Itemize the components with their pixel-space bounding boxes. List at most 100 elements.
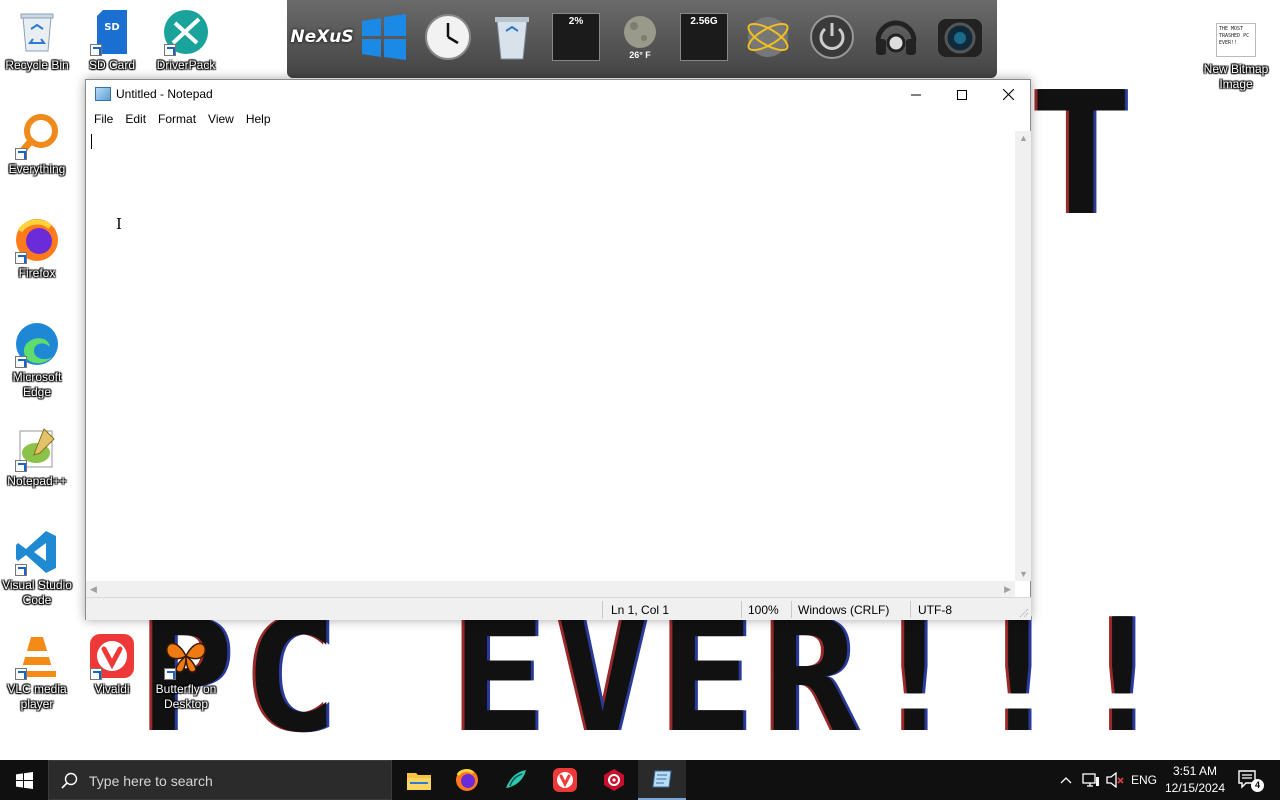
dock-camera[interactable] (931, 8, 989, 66)
status-separator (910, 601, 911, 618)
desktop-icon-label: Firefox (18, 266, 56, 280)
desktop-icon-label: Vivaldi (94, 682, 130, 696)
tray-network[interactable] (1080, 760, 1102, 800)
desktop-icon-microsoft-edge[interactable]: Microsoft Edge (0, 320, 75, 400)
desktop-icon-butterfly[interactable]: Butterfly on Desktop (148, 632, 224, 712)
dock-windows-start[interactable] (355, 8, 413, 66)
firefox-icon (13, 216, 61, 264)
status-separator (741, 601, 742, 618)
action-center-button[interactable]: 4 (1232, 760, 1266, 800)
scroll-up-arrow-icon[interactable]: ▲ (1019, 133, 1028, 143)
shortcut-arrow-icon (15, 460, 27, 472)
input-language[interactable]: ENG (1128, 760, 1160, 800)
menu-file[interactable]: File (88, 109, 119, 131)
menu-edit[interactable]: Edit (119, 109, 152, 131)
shortcut-arrow-icon (15, 252, 27, 264)
notepad-plus-plus-icon (13, 424, 61, 472)
desktop-icon-everything[interactable]: Everything (0, 112, 75, 177)
zoom-level: 100% (748, 603, 779, 617)
window-title: Untitled - Notepad (116, 87, 213, 101)
taskbar-notepad[interactable] (638, 760, 686, 800)
butterfly-icon (162, 632, 210, 680)
desktop-icon-new-bitmap-image[interactable]: THE MOST TRASHED PC EVER!! New Bitmap Im… (1198, 20, 1274, 92)
dock-network[interactable] (739, 8, 797, 66)
dock-cpu-meter[interactable]: 2% (547, 8, 605, 66)
scroll-left-arrow-icon[interactable]: ◀ (90, 584, 97, 595)
taskbar: Type here to search ENG 3:51 AM 12/15/20… (0, 760, 1280, 800)
desktop-icon-vivaldi[interactable]: Vivaldi (74, 632, 150, 697)
menu-view[interactable]: View (202, 109, 240, 131)
desktop-icon-notepad-plus-plus[interactable]: Notepad++ (0, 424, 75, 489)
status-separator (791, 601, 792, 618)
dock-media-player[interactable] (867, 8, 925, 66)
bird-app-icon (506, 770, 526, 788)
taskbar-red-app[interactable] (590, 760, 638, 800)
desktop-icon-firefox[interactable]: Firefox (0, 216, 75, 281)
desktop-icon-label: Butterfly on Desktop (155, 682, 217, 711)
desktop-icon-sd-card[interactable]: SD SD Card (74, 8, 150, 73)
shortcut-arrow-icon (15, 148, 27, 160)
taskbar-butterfly-app[interactable] (492, 760, 540, 800)
dock-weather[interactable]: 26° F (611, 8, 669, 66)
desktop-icon-label: Notepad++ (7, 474, 67, 488)
desktop-icon-vscode[interactable]: Visual Studio Code (0, 528, 75, 608)
vertical-scrollbar[interactable]: ▲ ▼ (1015, 131, 1031, 581)
bitmap-thumbnail-text: THE MOST TRASHED PC EVER!! (1216, 23, 1256, 57)
notepad-app-icon[interactable] (95, 87, 111, 101)
encoding: UTF-8 (918, 603, 952, 617)
edge-icon (13, 320, 61, 368)
scroll-down-arrow-icon[interactable]: ▼ (1019, 569, 1028, 579)
globe-icon (747, 17, 789, 57)
search-placeholder: Type here to search (89, 773, 213, 789)
minimize-button[interactable] (893, 80, 939, 109)
cursor-position: Ln 1, Col 1 (611, 603, 670, 617)
start-button[interactable] (0, 760, 48, 800)
tray-volume[interactable] (1104, 760, 1126, 800)
speaker-muted-icon (1106, 772, 1124, 788)
maximize-button[interactable] (939, 80, 985, 109)
desktop-icon-vlc[interactable]: VLC media player (0, 632, 75, 712)
weather-temperature: 26° F (629, 50, 651, 60)
scroll-right-arrow-icon[interactable]: ▶ (1004, 584, 1011, 595)
dock-nexus-logo[interactable]: NeXuS (290, 8, 354, 66)
clock-time: 3:51 AM (1172, 764, 1218, 778)
close-button[interactable] (985, 80, 1031, 109)
resize-grip-icon[interactable] (1019, 608, 1029, 618)
recycle-bin-icon (13, 8, 61, 56)
taskbar-vivaldi[interactable] (541, 760, 589, 800)
menu-format[interactable]: Format (152, 109, 202, 131)
taskbar-firefox[interactable] (443, 760, 491, 800)
nexus-logo-text: NeXuS (290, 27, 354, 47)
everything-search-icon (13, 112, 61, 160)
maximize-icon (957, 89, 967, 100)
ibeam-cursor-icon: I (116, 215, 122, 233)
menu-help[interactable]: Help (240, 109, 277, 131)
line-ending: Windows (CRLF) (798, 603, 890, 617)
desktop-icon-label: New Bitmap Image (1203, 62, 1269, 91)
text-editor-area[interactable] (86, 131, 1015, 581)
driverpack-icon (162, 8, 210, 56)
desktop-icon-driverpack[interactable]: DriverPack (148, 8, 224, 73)
taskbar-clock[interactable]: 3:51 AM 12/15/2024 (1160, 763, 1230, 797)
dock-recycle-bin[interactable] (483, 8, 541, 66)
headphones-icon (875, 20, 917, 55)
shortcut-arrow-icon (164, 668, 176, 680)
horizontal-scrollbar[interactable]: ◀ ▶ (86, 581, 1015, 597)
vivaldi-icon (553, 768, 577, 792)
desktop-icon-recycle-bin[interactable]: Recycle Bin (0, 8, 75, 73)
desktop-icon-label: VLC media player (7, 682, 67, 711)
show-hidden-icons-button[interactable] (1056, 760, 1076, 800)
vivaldi-icon (88, 632, 136, 680)
desktop-icon-label: DriverPack (156, 58, 216, 72)
desktop-icon-label: Everything (8, 162, 66, 176)
taskbar-search-box[interactable]: Type here to search (48, 760, 392, 800)
dock-memory-meter[interactable]: 2.56G (675, 8, 733, 66)
close-icon (1002, 89, 1014, 100)
dock-power[interactable] (803, 8, 861, 66)
dock-clock[interactable] (419, 8, 477, 66)
moon-weather-icon (624, 16, 656, 48)
taskbar-file-explorer[interactable] (395, 760, 443, 800)
shortcut-arrow-icon (15, 356, 27, 368)
vlc-cone-icon (13, 632, 61, 680)
notepad-titlebar[interactable]: Untitled - Notepad (86, 80, 1030, 109)
